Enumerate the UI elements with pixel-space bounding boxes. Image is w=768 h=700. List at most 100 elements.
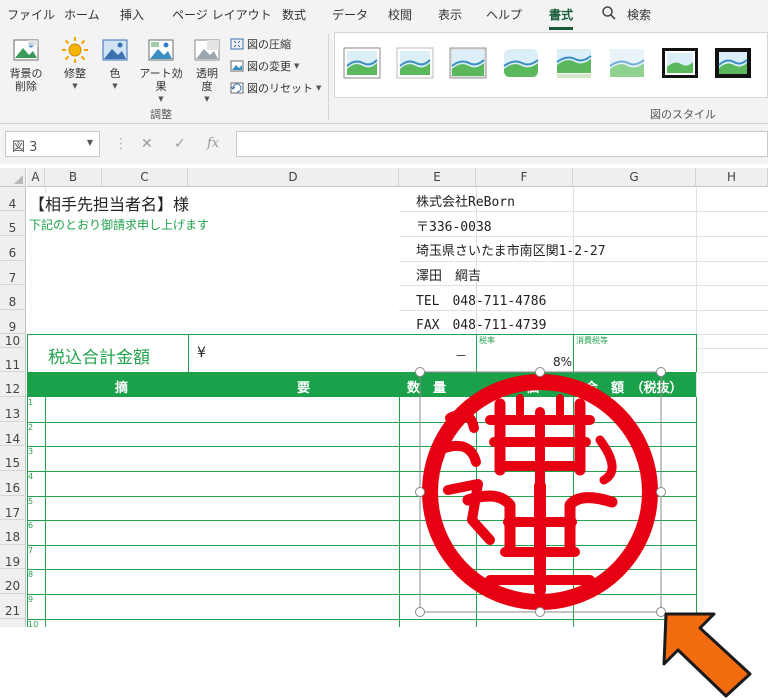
gridline bbox=[696, 372, 768, 373]
resize-handle-top-left[interactable] bbox=[415, 367, 425, 377]
search-label[interactable]: 検索 bbox=[627, 6, 651, 23]
row-header[interactable]: 16 bbox=[0, 471, 26, 496]
resize-handle-bottom-left[interactable] bbox=[415, 607, 425, 617]
picture-style-thumb[interactable] bbox=[661, 47, 699, 79]
item-number: 2 bbox=[28, 423, 34, 432]
column-header-e[interactable]: E bbox=[399, 168, 476, 187]
table-border bbox=[45, 397, 46, 627]
tab-format[interactable]: 書式 bbox=[549, 6, 574, 30]
company-name: 株式会社ReBorn bbox=[416, 195, 515, 210]
resize-handle-bottom[interactable] bbox=[535, 607, 545, 617]
tab-formulas[interactable]: 数式 bbox=[282, 6, 306, 23]
remove-background-button[interactable]: 背景の 削除 bbox=[6, 36, 46, 93]
transparency-icon bbox=[194, 39, 220, 61]
item-number: 3 bbox=[28, 447, 34, 456]
column-header-a[interactable]: A bbox=[27, 168, 45, 187]
search-icon[interactable] bbox=[601, 5, 617, 21]
picture-style-thumb[interactable] bbox=[502, 47, 540, 79]
picture-style-thumb[interactable] bbox=[555, 47, 593, 79]
cancel-icon[interactable]: ✕ bbox=[141, 136, 153, 152]
column-header-d[interactable]: D bbox=[188, 168, 399, 187]
gridline bbox=[399, 211, 768, 212]
row-header[interactable]: 10 bbox=[0, 334, 26, 348]
enter-icon[interactable]: ✓ bbox=[174, 136, 186, 152]
corrections-button[interactable]: 修整 ▼ bbox=[58, 36, 92, 93]
chevron-down-icon: ▼ bbox=[294, 62, 300, 70]
color-button[interactable]: 色 ▼ bbox=[100, 36, 130, 93]
transparency-label-1: 透明 bbox=[196, 67, 218, 80]
picture-styles-gallery bbox=[334, 32, 768, 98]
artistic-effects-button[interactable]: アート効果 ▼ bbox=[134, 36, 188, 106]
compress-pictures-button[interactable]: 図の圧縮 bbox=[230, 36, 291, 52]
row-header[interactable]: 20 bbox=[0, 569, 26, 594]
column-header-b[interactable]: B bbox=[45, 168, 102, 187]
tab-view[interactable]: 表示 bbox=[438, 6, 462, 23]
reset-picture-button[interactable]: 図のリセット ▼ bbox=[230, 80, 321, 96]
tax-rate-label: 税率 bbox=[479, 336, 495, 345]
tab-help[interactable]: ヘルプ bbox=[486, 6, 522, 23]
picture-style-thumb[interactable] bbox=[714, 47, 752, 79]
formula-input[interactable] bbox=[236, 131, 768, 157]
column-header-g[interactable]: G bbox=[573, 168, 696, 187]
tab-insert[interactable]: 挿入 bbox=[120, 6, 144, 23]
tab-data[interactable]: データ bbox=[332, 6, 368, 23]
ribbon: 背景の 削除 修整 ▼ 色 ▼ アート効果 ▼ 透明 度 ▼ 図の圧縮 図の変更… bbox=[0, 30, 768, 124]
row-header[interactable]: 8 bbox=[0, 285, 26, 310]
change-picture-button[interactable]: 図の変更 ▼ bbox=[230, 58, 299, 74]
postal-code: 〒336-0038 bbox=[416, 220, 492, 235]
tab-review[interactable]: 校閲 bbox=[388, 6, 412, 23]
resize-handle-right[interactable] bbox=[656, 487, 666, 497]
row-header[interactable]: 7 bbox=[0, 261, 26, 285]
row-header[interactable]: 12 bbox=[0, 372, 26, 397]
table-border bbox=[27, 334, 28, 372]
transparency-button[interactable]: 透明 度 ▼ bbox=[192, 36, 222, 106]
row-header[interactable]: 17 bbox=[0, 496, 26, 520]
row-header[interactable]: 9 bbox=[0, 310, 26, 334]
row-header[interactable]: 15 bbox=[0, 446, 26, 471]
insert-function-icon[interactable]: fx bbox=[207, 136, 219, 151]
remove-background-icon bbox=[13, 39, 39, 61]
row-header[interactable]: 11 bbox=[0, 348, 26, 372]
ribbon-tab-bar: ファイル ホーム 挿入 ページ レイアウト 数式 データ 校閲 表示 ヘルプ 書… bbox=[0, 0, 768, 30]
item-number: 1 bbox=[28, 398, 34, 407]
tab-page-layout[interactable]: ページ レイアウト bbox=[172, 6, 272, 23]
chevron-down-icon: ▼ bbox=[204, 95, 210, 103]
contact-person: 澤田 綱吉 bbox=[416, 269, 482, 284]
item-number: 10 bbox=[28, 620, 39, 629]
row-header[interactable]: 4 bbox=[0, 187, 26, 211]
row-header[interactable]: 14 bbox=[0, 422, 26, 446]
item-number: 4 bbox=[28, 472, 34, 481]
remove-background-label-1: 背景の bbox=[9, 67, 43, 80]
resize-handle-top-right[interactable] bbox=[656, 367, 666, 377]
tab-file[interactable]: ファイル bbox=[7, 6, 55, 23]
row-header[interactable]: 18 bbox=[0, 520, 26, 545]
row-header[interactable]: 6 bbox=[0, 236, 26, 261]
row-header[interactable]: 13 bbox=[0, 397, 26, 422]
picture-style-thumb[interactable] bbox=[343, 47, 381, 79]
picture-style-thumb[interactable] bbox=[396, 47, 434, 79]
picture-style-thumb[interactable] bbox=[449, 47, 487, 79]
row-header[interactable]: 19 bbox=[0, 545, 26, 569]
compress-pictures-label: 図の圧縮 bbox=[247, 38, 291, 51]
reset-picture-icon bbox=[230, 82, 244, 94]
column-header-f[interactable]: F bbox=[476, 168, 573, 187]
table-border bbox=[188, 334, 189, 372]
chevron-down-icon: ▼ bbox=[112, 82, 118, 90]
seal-stamp-picture[interactable] bbox=[400, 350, 690, 630]
tab-home[interactable]: ホーム bbox=[64, 6, 100, 23]
name-box[interactable]: 図 3 ▼ bbox=[5, 131, 100, 157]
column-header-c[interactable]: C bbox=[102, 168, 188, 187]
item-number: 8 bbox=[28, 570, 34, 579]
picture-styles-group-label: 図のスタイル bbox=[650, 108, 716, 121]
gridline bbox=[696, 334, 768, 335]
picture-style-thumb[interactable] bbox=[608, 47, 646, 79]
row-header[interactable]: 21 bbox=[0, 594, 26, 619]
gridline bbox=[399, 236, 768, 237]
column-header-h[interactable]: H bbox=[696, 168, 768, 187]
consumption-tax-label: 消費税等 bbox=[576, 336, 608, 345]
item-number: 6 bbox=[28, 521, 34, 530]
select-all-corner[interactable] bbox=[0, 168, 26, 187]
row-header[interactable]: 5 bbox=[0, 211, 26, 236]
resize-handle-left[interactable] bbox=[415, 487, 425, 497]
resize-handle-top[interactable] bbox=[535, 367, 545, 377]
